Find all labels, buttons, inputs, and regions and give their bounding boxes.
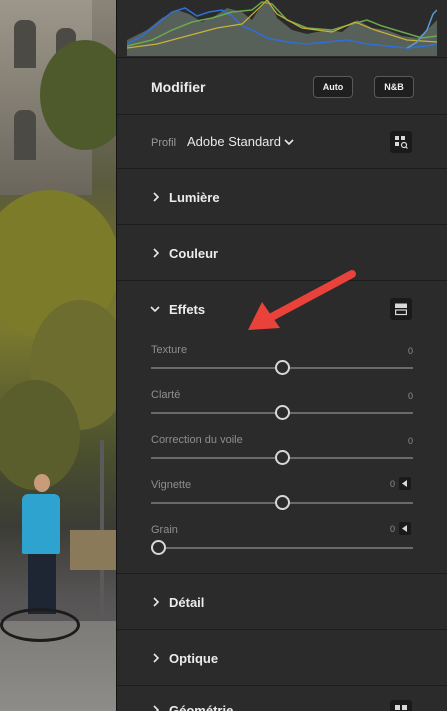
grid-icon (395, 705, 407, 710)
triangle-left-icon (402, 525, 407, 532)
divider (117, 573, 447, 574)
panel-mode-button[interactable] (390, 298, 412, 320)
geometry-tool-button[interactable] (390, 700, 412, 711)
profile-browser-button[interactable] (390, 131, 412, 153)
slider-value[interactable]: 0 (375, 524, 395, 534)
develop-panel: Modifier Auto N&B Profil Adobe Standard … (116, 0, 447, 711)
slider-thumb[interactable] (275, 450, 290, 465)
chevron-right-icon[interactable] (151, 597, 161, 607)
bicycle-wheel (0, 608, 80, 642)
divider (117, 114, 447, 115)
profile-dropdown[interactable]: Adobe Standard (187, 134, 281, 149)
slider-thumb[interactable] (151, 540, 166, 555)
section-geometrie[interactable]: Géométrie (169, 703, 233, 711)
divider (117, 57, 447, 58)
slider-value[interactable]: 0 (375, 479, 395, 489)
section-optique[interactable]: Optique (169, 651, 218, 666)
slider-thumb[interactable] (275, 360, 290, 375)
divider (117, 629, 447, 630)
panel-layout-icon (395, 303, 408, 316)
photo-preview (0, 0, 116, 711)
triangle-left-icon (402, 480, 407, 487)
section-effets[interactable]: Effets (169, 302, 205, 317)
chevron-down-icon[interactable] (150, 304, 160, 314)
auto-button[interactable]: Auto (313, 76, 353, 98)
slider-thumb[interactable] (275, 405, 290, 420)
section-detail[interactable]: Détail (169, 595, 204, 610)
slider-thumb[interactable] (275, 495, 290, 510)
histogram (127, 0, 437, 56)
expand-vignette-button[interactable] (399, 477, 411, 490)
building-window (14, 20, 36, 68)
bench (70, 530, 116, 570)
slider-label: Texture (151, 344, 188, 356)
slider-label: Clarté (151, 389, 181, 401)
profile-label: Profil (151, 137, 177, 149)
chevron-right-icon[interactable] (151, 248, 161, 258)
slider-value[interactable]: 0 (393, 346, 413, 356)
section-couleur[interactable]: Couleur (169, 246, 218, 261)
person-head (34, 474, 50, 492)
slider-value[interactable]: 0 (393, 391, 413, 401)
slider-label: Vignette (151, 479, 192, 491)
divider (117, 224, 447, 225)
building-window (14, 110, 36, 160)
person-shirt (22, 494, 60, 554)
slider-label: Correction du voile (151, 434, 243, 446)
slider-track[interactable] (151, 547, 413, 549)
slider-label: Grain (151, 524, 178, 536)
modifier-title: Modifier (151, 79, 206, 95)
section-lumiere[interactable]: Lumière (169, 190, 220, 205)
expand-grain-button[interactable] (399, 522, 411, 535)
chevron-down-icon[interactable] (284, 137, 294, 147)
chevron-right-icon[interactable] (151, 705, 161, 711)
slider-value[interactable]: 0 (393, 436, 413, 446)
person-pants (28, 554, 56, 614)
black-and-white-button[interactable]: N&B (374, 76, 414, 98)
divider (117, 168, 447, 169)
chevron-right-icon[interactable] (151, 192, 161, 202)
divider (117, 685, 447, 686)
annotation-arrow-icon (248, 270, 356, 330)
grid-search-icon (395, 136, 408, 149)
chevron-right-icon[interactable] (151, 653, 161, 663)
